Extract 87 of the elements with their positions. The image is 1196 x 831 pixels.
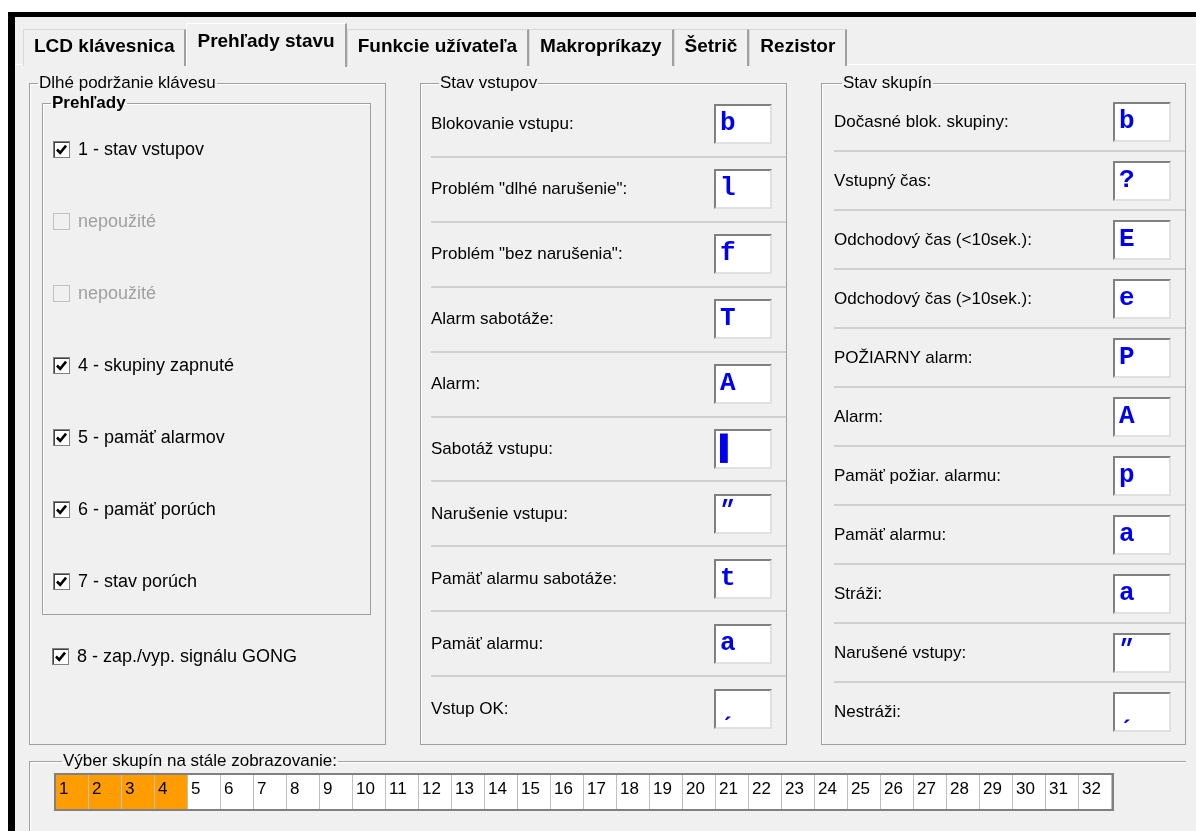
checkbox-box[interactable]	[52, 647, 69, 665]
tab[interactable]: Makropríkazy	[529, 29, 674, 66]
tab[interactable]: LCD klávesnica	[23, 29, 187, 66]
partition-cell[interactable]: 26	[881, 775, 914, 809]
symbol-field[interactable]: ˏ	[1113, 691, 1171, 732]
partition-cell[interactable]: 5	[188, 775, 221, 809]
symbol-field[interactable]: b	[713, 104, 772, 145]
group-title: Stav vstupov	[439, 73, 539, 93]
field-label: Dočasné blok. skupiny:	[833, 111, 1009, 132]
partition-cell[interactable]: 23	[782, 775, 815, 809]
symbol-field[interactable]: a	[1113, 514, 1171, 555]
partition-cell[interactable]: 28	[947, 775, 980, 809]
symbol-field[interactable]: ▌	[713, 429, 772, 469]
field-label: Pamäť alarmu:	[431, 633, 544, 654]
field-label: Alarm sabotáže:	[431, 309, 554, 330]
group-title: Prehľady	[51, 93, 127, 113]
checkbox-box[interactable]	[53, 428, 70, 446]
symbol-field[interactable]: ״	[713, 493, 772, 534]
group-title: Dlhé podržanie klávesu	[38, 73, 217, 93]
partition-cell[interactable]: 7	[254, 775, 287, 809]
checkbox[interactable]: 5 - pamäť alarmov	[43, 401, 370, 473]
field-label: Odchodový čas (<10sek.):	[833, 229, 1032, 250]
symbol-field[interactable]: t	[713, 558, 772, 599]
field-label: Sabotáž vstupu:	[431, 439, 553, 459]
symbol-field[interactable]: f	[713, 234, 772, 275]
tab[interactable]: Prehľady stavu	[186, 23, 347, 67]
group-title: Výber skupín na stále zobrazovanie:	[62, 751, 339, 771]
field-label: Narušené vstupy:	[833, 642, 967, 663]
field-label: Alarm:	[431, 374, 481, 395]
partition-cell[interactable]: 4	[155, 775, 188, 809]
partition-cell[interactable]: 2	[89, 775, 122, 809]
field-label: Nestráži:	[833, 701, 902, 722]
partition-cell[interactable]: 31	[1046, 775, 1079, 809]
symbol-field[interactable]: ?	[1113, 160, 1171, 201]
symbol-field[interactable]: a	[713, 623, 772, 664]
partition-cell[interactable]: 27	[914, 775, 947, 809]
field-label: Vstupný čas:	[833, 170, 932, 191]
field-label: Pamäť alarmu sabotáže:	[431, 568, 617, 589]
partition-cell[interactable]: 24	[815, 775, 848, 809]
partition-cell[interactable]: 21	[716, 775, 749, 809]
group-title: Stav skupín	[841, 73, 933, 93]
partition-cell[interactable]: 1	[56, 775, 89, 809]
partition-cell[interactable]: 25	[848, 775, 881, 809]
field-label: Stráži:	[833, 583, 883, 604]
field-label: Problém "bez narušenia":	[431, 244, 623, 265]
tab[interactable]: Šetrič	[673, 29, 750, 66]
symbol-field[interactable]: l	[713, 169, 772, 210]
checkbox-box[interactable]	[53, 356, 70, 374]
field-label: POŽIARNY alarm:	[833, 347, 973, 368]
partition-cell[interactable]: 6	[221, 775, 254, 809]
partition-cell[interactable]: 8	[287, 775, 320, 809]
checkbox-box[interactable]	[53, 572, 70, 590]
checkbox[interactable]: 6 - pamäť porúch	[43, 473, 370, 545]
partition-cell[interactable]: 20	[683, 775, 716, 809]
symbol-field[interactable]: T	[713, 299, 772, 340]
partition-cell[interactable]: 30	[1013, 775, 1046, 809]
checkbox[interactable]: 7 - stav porúch	[43, 545, 370, 617]
field-label: Pamäť požiar. alarmu:	[833, 465, 1001, 486]
field-label: Alarm:	[833, 406, 884, 427]
symbol-field[interactable]: ˏ	[713, 688, 772, 729]
symbol-field[interactable]: e	[1113, 278, 1171, 319]
field-label: Problém "dlhé narušenie":	[431, 179, 628, 200]
partition-cell[interactable]: 32	[1079, 775, 1112, 809]
symbol-field[interactable]: a	[1113, 573, 1171, 614]
symbol-field[interactable]: b	[1113, 101, 1171, 142]
field-label: Odchodový čas (>10sek.):	[833, 288, 1032, 309]
partition-cell[interactable]: 29	[980, 775, 1013, 809]
symbol-field[interactable]: E	[1113, 219, 1171, 260]
partition-cell[interactable]: 22	[749, 775, 782, 809]
checkbox-box[interactable]	[53, 140, 70, 158]
checkbox[interactable]: 1 - stav vstupov	[43, 113, 370, 185]
checkbox[interactable]: 4 - skupiny zapnuté	[43, 329, 370, 401]
tab[interactable]: Funkcie užívateľa	[346, 29, 530, 66]
checkbox-box[interactable]	[53, 500, 70, 518]
checkbox[interactable]: 8 - zap./vyp. signálu GONG	[30, 621, 385, 691]
symbol-field[interactable]: ״	[1113, 632, 1171, 673]
symbol-field[interactable]: A	[713, 364, 772, 405]
field-label: Narušenie vstupu:	[431, 503, 568, 524]
symbol-field[interactable]: p	[1113, 455, 1171, 496]
symbol-field[interactable]: A	[1113, 396, 1171, 437]
partition-cell[interactable]: 9	[320, 775, 353, 809]
partition-cell[interactable]: 3	[122, 775, 155, 809]
tab[interactable]: Rezistor	[749, 29, 848, 66]
field-label: Blokovanie vstupu:	[431, 114, 574, 135]
symbol-field[interactable]: P	[1113, 337, 1171, 378]
field-label: Pamäť alarmu:	[833, 524, 947, 545]
field-label: Vstup OK:	[431, 698, 509, 719]
